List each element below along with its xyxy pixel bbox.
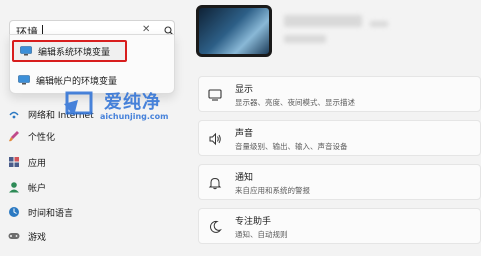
suggestion-label: 编辑系统环境变量 — [38, 47, 111, 58]
notification-bell-icon — [208, 177, 222, 190]
card-subtitle: 显示器、亮度、夜间模式、显示描述 — [235, 98, 355, 107]
card-title: 专注助手 — [235, 217, 272, 227]
personalization-brush-icon — [9, 131, 19, 142]
watermark-text: 爱纯净 — [104, 92, 161, 113]
card-subtitle: 来自应用和系统的警报 — [235, 186, 310, 195]
nav-item-apps[interactable]: 应用 — [8, 152, 178, 172]
suggestion-edit-system-env-vars[interactable]: 编辑系统环境变量 — [12, 40, 127, 62]
time-language-icon — [9, 207, 19, 217]
watermark-url: aichunjing.com — [100, 112, 169, 121]
nav-item-gaming[interactable]: 游戏 — [8, 226, 178, 246]
device-info-card — [196, 5, 474, 63]
network-icon — [9, 111, 19, 119]
settings-card-notifications[interactable]: 通知 来自应用和系统的警报 — [198, 164, 481, 200]
suggestion-label: 编辑帐户的环境变量 — [36, 76, 118, 87]
sound-icon — [209, 132, 221, 146]
nav-label: 个性化 — [28, 132, 56, 143]
card-title: 通知 — [235, 173, 254, 183]
device-detail-redacted — [370, 21, 388, 27]
system-properties-icon — [20, 46, 32, 56]
nav-item-accounts[interactable]: 帐户 — [8, 177, 178, 197]
settings-card-focus-assist[interactable]: 专注助手 通知、自动规则 — [198, 208, 481, 244]
nav-label: 游戏 — [28, 232, 47, 243]
settings-card-sound[interactable]: 声音 音量级别、输出、输入、声音设备 — [198, 120, 481, 156]
device-name-redacted — [284, 15, 362, 27]
apps-icon — [9, 157, 19, 167]
card-title: 声音 — [235, 129, 254, 139]
card-subtitle: 音量级别、输出、输入、声音设备 — [235, 142, 348, 151]
search-suggestions-dropdown: 编辑系统环境变量 编辑帐户的环境变量 — [9, 34, 175, 94]
nav-label: 时间和语言 — [28, 208, 74, 219]
card-title: 显示 — [235, 85, 254, 95]
left-pane: 环境 ✕ 编辑系统环境变量 编辑帐户的环境变量 网络和 Internet 个性化… — [0, 0, 190, 256]
system-properties-icon — [18, 75, 30, 85]
nav-label: 帐户 — [28, 183, 47, 194]
watermark-logo-icon — [64, 91, 93, 116]
device-wallpaper-thumbnail — [196, 5, 272, 57]
nav-label: 应用 — [28, 158, 47, 169]
nav-item-personalization[interactable]: 个性化 — [8, 126, 178, 146]
nav-item-time-language[interactable]: 时间和语言 — [8, 202, 178, 222]
focus-assist-moon-icon — [209, 220, 222, 233]
watermark: 爱纯净 aichunjing.com — [64, 88, 174, 124]
gaming-controller-icon — [8, 233, 20, 239]
display-icon — [208, 89, 222, 101]
device-model-redacted — [284, 35, 326, 43]
card-subtitle: 通知、自动规则 — [235, 230, 288, 239]
settings-card-display[interactable]: 显示 显示器、亮度、夜间模式、显示描述 — [198, 76, 481, 112]
account-icon — [9, 182, 19, 193]
